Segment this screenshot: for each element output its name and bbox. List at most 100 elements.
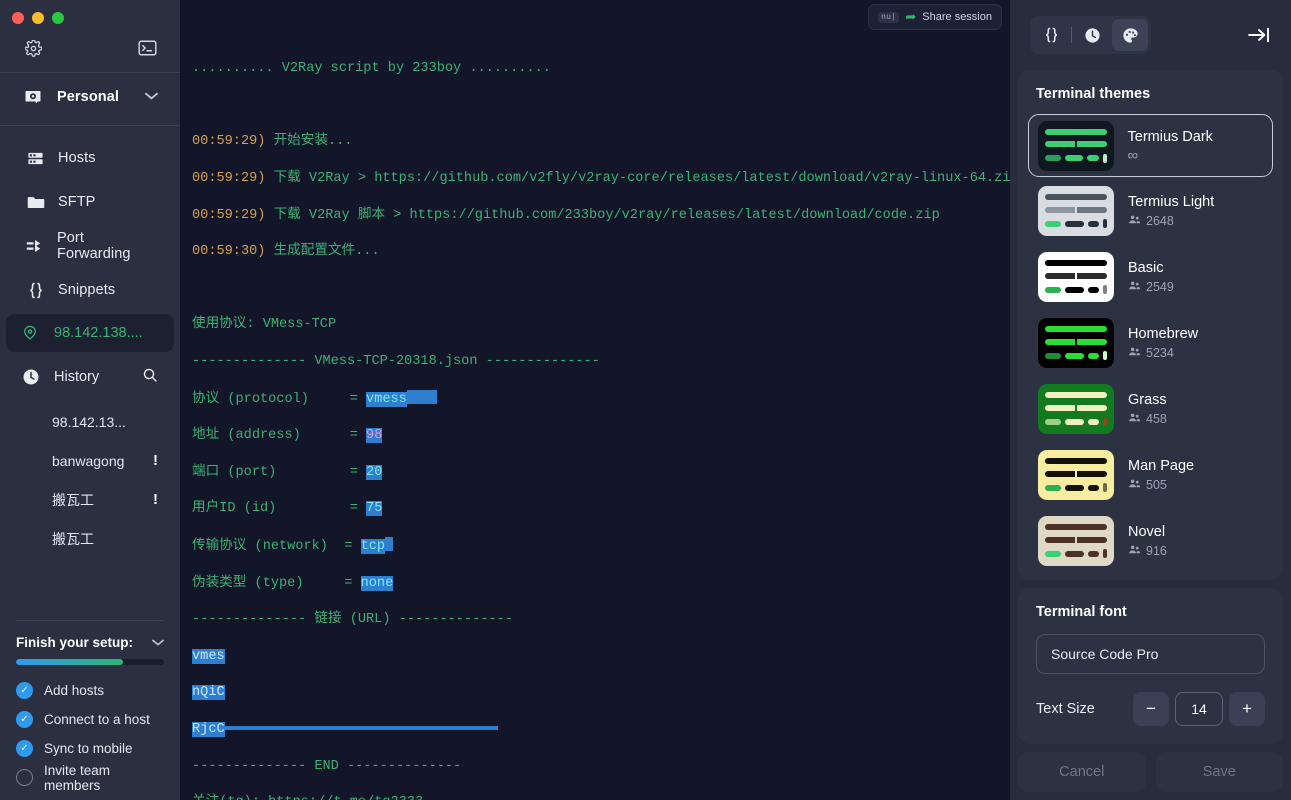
panel-toolbar [1010,0,1291,70]
theme-name: Grass [1128,391,1167,408]
sidebar-toolbar [0,28,180,68]
sidebar-item-history[interactable]: History [0,354,180,400]
setup-checklist: Finish your setup: ✓ Add hosts ✓ Connect… [0,620,180,800]
theme-option-basic[interactable]: Basic 2549 [1028,245,1273,309]
terminal-icon[interactable] [136,37,158,59]
theme-preview-swatch [1038,318,1114,368]
terminal-pane[interactable]: nu| ➦ Share session .......... V2Ray scr… [180,0,1010,800]
font-family-input[interactable] [1036,634,1265,674]
theme-preview-swatch [1038,384,1114,434]
terminal-line-url-separator: -------------- 链接 (URL) -------------- [192,612,513,628]
list-item[interactable]: banwagong ! [0,441,180,480]
terminal-output[interactable]: .......... V2Ray script by 233boy ......… [180,0,1010,800]
text-size-label: Text Size [1036,701,1095,717]
setup-header[interactable]: Finish your setup: [16,635,164,650]
users-icon [1128,477,1141,493]
theme-option-termius-light[interactable]: Termius Light 2648 [1028,179,1273,243]
tab-history[interactable] [1074,19,1110,51]
users-icon [1128,213,1141,229]
check-icon: ✓ [16,682,33,699]
panel-footer: Cancel Save [1010,744,1291,800]
history-item-label: banwagong [52,452,125,469]
telegram-link[interactable]: https://t.me/tg2333 [268,795,423,800]
theme-usage: ∞ [1128,148,1213,163]
sidebar-item-port-forwarding[interactable]: Port Forwarding [4,224,176,268]
setup-task-invite-team[interactable]: Invite team members [16,762,164,793]
sidebar-item-hosts[interactable]: Hosts [4,136,176,180]
theme-name: Termius Light [1128,193,1215,210]
collapse-panel-icon[interactable] [1247,26,1271,44]
theme-preview-swatch [1038,186,1114,236]
increase-text-size-button[interactable]: + [1229,692,1265,726]
setup-task-connect-host[interactable]: ✓ Connect to a host [16,705,164,734]
setup-task-add-hosts[interactable]: ✓ Add hosts [16,676,164,705]
sidebar-active-host[interactable]: 98.142.138.... [6,314,174,352]
save-button[interactable]: Save [1155,752,1283,792]
theme-option-novel[interactable]: Novel 916 [1028,509,1273,572]
terminal-line: 00:59:29) 下载 V2Ray > https://github.com/… [192,171,1010,187]
theme-usage: 505 [1128,477,1194,493]
list-item[interactable]: 搬瓦工 ! [0,480,180,519]
share-session-label: Share session [922,11,992,23]
terminal-line-tg: 关注(tg): https://t.me/tg2333 [192,794,1010,800]
search-icon[interactable] [142,367,158,388]
terminal-config-row: 端口 (port) = 20 [192,464,383,480]
history-list: 98.142.13... banwagong ! 搬瓦工 ! 搬瓦工 [0,400,180,558]
close-window-button[interactable] [12,12,24,24]
theme-option-grass[interactable]: Grass 458 [1028,377,1273,441]
warning-icon: ! [153,491,158,508]
warning-icon: ! [153,452,158,469]
decrease-text-size-button[interactable]: − [1133,692,1169,726]
sidebar-nav: Hosts SFTP Port Forwarding Snippets [0,126,180,312]
theme-usage: 2549 [1128,279,1174,295]
tab-separator [1071,27,1072,43]
theme-usage: 5234 [1128,345,1198,361]
chevron-down-icon[interactable] [152,637,164,649]
share-session-button[interactable]: nu| ➦ Share session [868,4,1002,30]
selection-redaction [406,389,437,404]
theme-usage: 2648 [1128,213,1214,229]
task-label: Connect to a host [44,712,150,727]
terminal-config-row: 伪装类型 (type) = none [192,575,394,591]
gear-icon[interactable] [22,37,44,59]
terminal-config-row: 用户ID (id) = 75 [192,501,383,517]
users-icon [1128,411,1141,427]
sidebar-item-snippets[interactable]: Snippets [4,268,176,312]
list-item[interactable]: 搬瓦工 [0,519,180,558]
theme-preview-swatch [1038,450,1114,500]
clock-icon [22,368,41,386]
theme-option-homebrew[interactable]: Homebrew 5234 [1028,311,1273,375]
quantity-stepper: − 14 + [1133,692,1265,726]
history-item-label: 搬瓦工 [52,491,94,508]
sidebar-item-sftp[interactable]: SFTP [4,180,176,224]
theme-name: Man Page [1128,457,1195,474]
theme-preview-swatch [1038,252,1114,302]
text-size-value[interactable]: 14 [1175,692,1223,726]
minimize-window-button[interactable] [32,12,44,24]
cancel-button[interactable]: Cancel [1018,752,1146,792]
tab-snippets[interactable] [1033,19,1069,51]
check-icon: ✓ [16,740,33,757]
theme-name: Termius Dark [1127,128,1213,145]
terminal-line: 00:59:29) 开始安装... [192,134,353,150]
team-selector[interactable]: Personal [0,73,180,121]
vault-icon [22,86,44,108]
share-session-pill: nu| [878,11,900,23]
active-host-label: 98.142.138.... [54,325,143,341]
terminal-url-line: vmes [192,648,225,664]
sidebar: Personal Hosts SFTP Port Forwarding Snip… [0,0,180,800]
text-size-row: Text Size − 14 + [1036,692,1265,726]
theme-option-termius-dark[interactable]: Termius Dark ∞ [1028,114,1273,177]
theme-option-man-page[interactable]: Man Page 505 [1028,443,1273,507]
config-value: 75 [366,501,383,517]
maximize-window-button[interactable] [52,12,64,24]
task-label: Add hosts [44,683,105,698]
theme-user-count: 2648 [1146,213,1174,228]
list-item[interactable]: 98.142.13... [0,402,180,441]
chevron-down-icon[interactable] [145,91,158,103]
setup-task-sync-mobile[interactable]: ✓ Sync to mobile [16,734,164,763]
theme-list[interactable]: Termius Dark ∞ Termius Light 2648 Basic 2549 H… [1018,114,1283,572]
tab-appearance[interactable] [1112,19,1148,51]
terminal-config-row: 传输协议 (network) = tcp [192,537,1010,556]
task-label: Invite team members [44,762,111,793]
